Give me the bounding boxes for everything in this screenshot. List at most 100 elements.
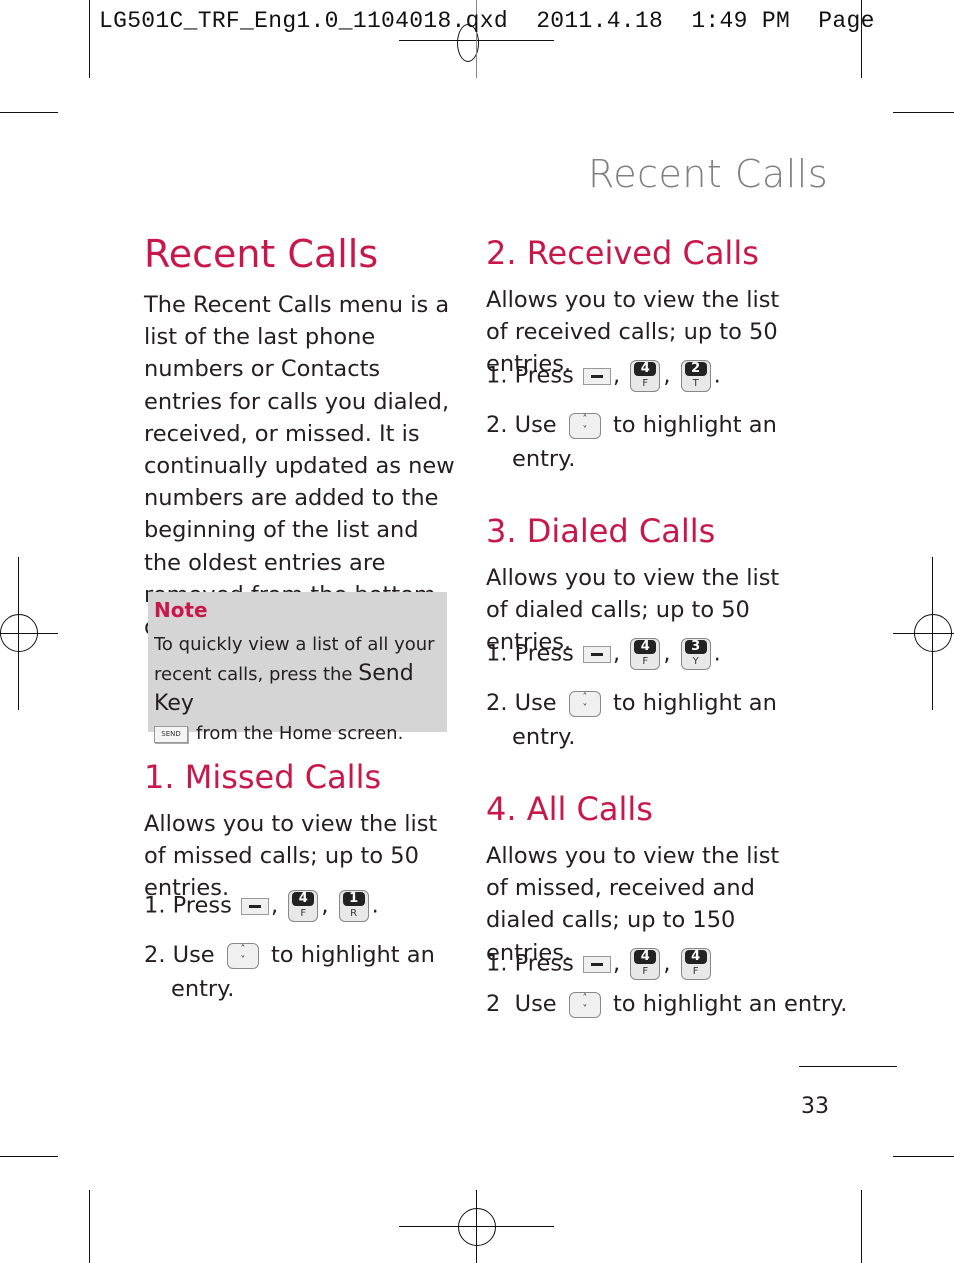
section-title-received: 2. Received Calls [486, 234, 759, 272]
registration-mark [476, 1190, 477, 1263]
send-key-icon: SEND [154, 725, 188, 743]
nav-up: ˄ [240, 943, 246, 955]
key-1-icon: 1R [338, 890, 369, 922]
note-text: To quickly view a list of all your recen… [154, 630, 446, 748]
comma: , [663, 362, 671, 389]
nav-key-icon: ˄ ˅ [568, 991, 601, 1018]
key-letter: F [642, 378, 649, 389]
key-letter: F [692, 966, 699, 977]
comma: , [663, 950, 671, 977]
key-letter: T [692, 378, 699, 389]
key-2-icon: 2T [680, 360, 711, 392]
comma: , [271, 892, 279, 919]
key-3-icon: 3Y [680, 638, 711, 670]
menu-key-icon [241, 897, 269, 915]
note-box: Note To quickly view a list of all your … [148, 592, 447, 744]
comma: , [613, 362, 621, 389]
step-text: to highlight an [270, 942, 435, 968]
step-2-dialed-cont: entry. [512, 724, 576, 750]
key-digit: 4 [634, 950, 657, 964]
step-label: 2. Use [144, 942, 215, 968]
intro-paragraph: The Recent Calls menu is a list of the l… [144, 292, 455, 640]
menu-key-icon [583, 367, 611, 385]
key-letter: R [350, 908, 358, 919]
key-4-icon: 4F [630, 638, 661, 670]
nav-down: ˅ [582, 702, 588, 714]
key-4-icon: 4F [630, 360, 661, 392]
step-1-missed: 1. Press , 4F, 1R. [144, 890, 379, 922]
nav-up: ˄ [582, 992, 588, 1004]
section-title-dialed: 3. Dialed Calls [486, 512, 716, 550]
section-title-missed: 1. Missed Calls [144, 758, 382, 796]
step-2-dialed: 2. Use ˄ ˅ to highlight an [486, 690, 777, 717]
crop-mark [0, 112, 58, 113]
slug-page-label: Page [818, 8, 875, 34]
comma: , [321, 892, 329, 919]
step-label: 1. Press [486, 640, 574, 667]
key-4-icon: 4F [680, 948, 711, 980]
registration-mark [893, 633, 954, 634]
period: . [713, 362, 721, 389]
comma: , [663, 640, 671, 667]
menu-key-icon [583, 645, 611, 663]
key-4-icon: 4F [630, 948, 661, 980]
key-digit: 4 [684, 950, 707, 964]
print-slug: LG501C_TRF_Eng1.0_1104018.qxd 2011.4.18 … [99, 8, 875, 34]
note-title: Note [154, 598, 208, 622]
step-text: to highlight an entry. [612, 991, 848, 1017]
comma: , [613, 640, 621, 667]
slug-date: 2011.4.18 [536, 8, 664, 34]
nav-key-icon: ˄ ˅ [568, 412, 601, 439]
registration-mark [0, 633, 58, 634]
key-letter: F [642, 656, 649, 667]
nav-key-icon: ˄ ˅ [226, 942, 259, 969]
nav-down: ˅ [240, 954, 246, 966]
nav-key-icon: ˄ ˅ [568, 690, 601, 717]
registration-mark [932, 557, 933, 710]
menu-key-icon [583, 955, 611, 973]
key-4-icon: 4F [288, 890, 319, 922]
running-header: Recent Calls [588, 152, 829, 196]
key-letter: F [300, 908, 307, 919]
step-1-all: 1. Press , 4F, 4F [486, 948, 714, 980]
registration-mark [458, 1208, 496, 1246]
key-digit: 1 [342, 892, 365, 906]
key-digit: 4 [634, 640, 657, 654]
nav-down: ˅ [582, 424, 588, 436]
step-text: to highlight an [612, 412, 777, 438]
crop-mark [89, 0, 90, 78]
nav-down: ˅ [582, 1003, 588, 1015]
step-2-all: 2 Use ˄ ˅ to highlight an entry. [486, 991, 847, 1018]
crop-mark [893, 1156, 954, 1157]
nav-up: ˄ [582, 691, 588, 703]
comma: , [613, 950, 621, 977]
key-digit: 3 [684, 640, 707, 654]
crop-mark [893, 112, 954, 113]
key-digit: 4 [634, 362, 657, 376]
step-2-received: 2. Use ˄ ˅ to highlight an [486, 412, 777, 439]
step-2-received-cont: entry. [512, 446, 576, 472]
step-1-dialed: 1. Press , 4F, 3Y. [486, 638, 721, 670]
step-label: 1. Press [144, 892, 232, 919]
key-digit: 2 [684, 362, 707, 376]
crop-mark [861, 1190, 862, 1263]
nav-up: ˄ [582, 413, 588, 425]
step-2-missed-cont: entry. [171, 976, 235, 1002]
page-number: 33 [801, 1094, 829, 1119]
step-label: 2 Use [486, 991, 557, 1017]
step-1-received: 1. Press , 4F, 2T. [486, 360, 721, 392]
slug-time: 1:49 PM [691, 8, 791, 34]
step-label: 2. Use [486, 690, 557, 716]
step-label: 2. Use [486, 412, 557, 438]
key-digit: 4 [292, 892, 315, 906]
page-title: Recent Calls [144, 232, 379, 276]
key-letter: Y [692, 656, 699, 667]
step-2-missed: 2. Use ˄ ˅ to highlight an [144, 942, 435, 969]
step-text: to highlight an [612, 690, 777, 716]
note-text-after: from the Home screen. [196, 723, 404, 744]
crop-mark [89, 1190, 90, 1263]
footer-rule [799, 1066, 897, 1067]
step-label: 1. Press [486, 950, 574, 977]
period: . [371, 892, 379, 919]
registration-mark [18, 557, 19, 710]
